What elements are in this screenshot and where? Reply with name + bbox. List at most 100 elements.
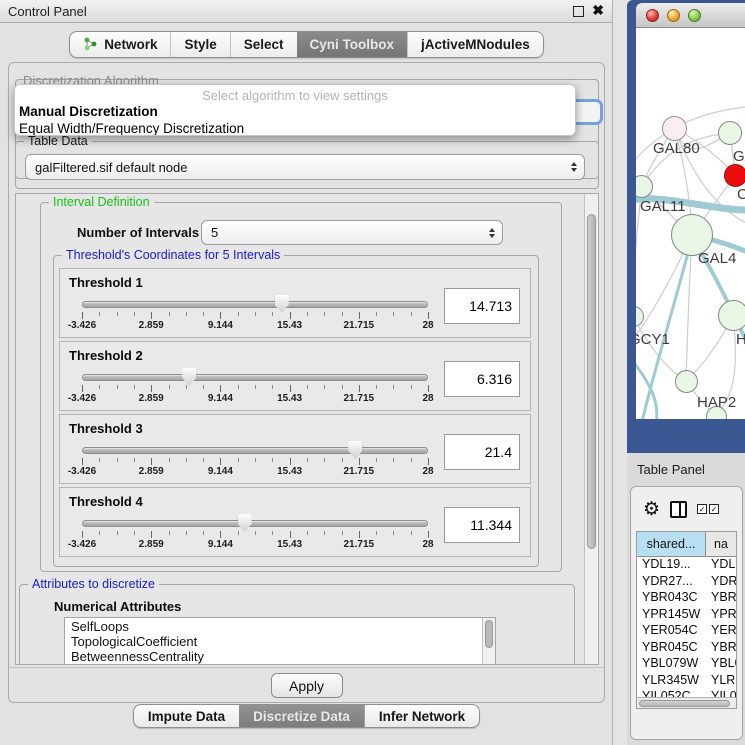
top-tabbar: Network Style Select Cyni Toolbox jActiv… [0, 31, 613, 58]
tab-label: Impute Data [148, 709, 225, 724]
network-node-gal80[interactable] [662, 116, 687, 141]
threshold-4-slider[interactable]: -3.4262.8599.14415.4321.71528 [82, 516, 428, 550]
column-visibility-icons: ✓ ✓ [697, 504, 719, 514]
threshold-1-slider[interactable]: -3.4262.8599.14415.4321.71528 [82, 297, 428, 331]
table-panel-toolbar: ⚙ ✓ ✓ [635, 492, 738, 526]
tab-infer-network[interactable]: Infer Network [364, 705, 479, 727]
table-body: YDL19...YDL1 YDR27...YDR2 YBR043CYBR0 YP… [637, 557, 736, 698]
table-row[interactable]: YDR27...YDR2 [637, 574, 736, 591]
table-horizontal-scrollbar[interactable] [637, 697, 736, 708]
bottom-tabbar: Impute Data Discretize Data Infer Networ… [0, 704, 613, 728]
zoom-traffic-light[interactable] [688, 9, 701, 22]
attributes-group: Attributes to discretize Numerical Attri… [19, 584, 575, 665]
table-data-group: Table Data galFiltered.sif default node [15, 141, 599, 189]
scrollbar-thumb[interactable] [587, 214, 596, 549]
algorithm-dropdown-popup: Select algorithm to view settings Manual… [14, 84, 576, 136]
attributes-group-title: Attributes to discretize [28, 577, 159, 591]
threshold-4-panel: Threshold 4 -3.4262.8599.14415.4321.7152… [59, 487, 531, 557]
network-window-titlebar [636, 3, 745, 28]
slider-ticks [82, 530, 428, 538]
table-data-combobox-value: galFiltered.sif default node [35, 160, 187, 175]
tab-impute-data[interactable]: Impute Data [134, 705, 239, 727]
threshold-3-label: Threshold 3 [69, 421, 143, 436]
node-label-gcy1: GCY1 [636, 331, 670, 348]
threshold-2-label: Threshold 2 [69, 348, 143, 363]
interval-definition-group: Interval Definition Number of Intervals … [40, 202, 562, 572]
table-row[interactable]: YBL079WYBL0 [637, 656, 736, 673]
control-panel-window: Control Panel ✖ Network [0, 0, 613, 745]
node-label-truncated: C [737, 186, 745, 203]
table-row[interactable]: YLR345WYLR3 [637, 673, 736, 690]
list-item-selfloops[interactable]: SelfLoops [65, 618, 495, 633]
network-node[interactable] [718, 121, 742, 145]
node-label-truncated: H [736, 331, 745, 348]
network-node-h[interactable] [718, 300, 745, 331]
list-vertical-scrollbar[interactable] [482, 618, 495, 664]
numerical-attributes-label: Numerical Attributes [54, 599, 181, 614]
table-row[interactable]: YDL19...YDL1 [637, 557, 736, 574]
threshold-4-label: Threshold 4 [69, 494, 143, 509]
tab-discretize-data[interactable]: Discretize Data [239, 705, 364, 727]
slider-tick-labels: -3.4262.8599.14415.4321.71528 [82, 539, 428, 550]
threshold-3-value-field[interactable]: 21.4 [444, 434, 520, 470]
minimize-traffic-light[interactable] [667, 9, 680, 22]
tab-cyni-toolbox[interactable]: Cyni Toolbox [297, 32, 408, 57]
control-panel-titlebar: Control Panel ✖ [0, 0, 612, 23]
checkbox-icon[interactable]: ✓ [697, 504, 707, 514]
apply-button[interactable]: Apply [271, 673, 343, 698]
tab-label: Select [244, 37, 284, 52]
threshold-1-panel: Threshold 1 -3.4262.8599.14415.4321.7152… [59, 268, 531, 338]
gear-icon[interactable]: ⚙ [643, 500, 660, 519]
tab-label: Network [104, 37, 157, 52]
list-item-betweennesscentrality[interactable]: BetweennessCentrality [65, 648, 495, 663]
column-header-name[interactable]: na [706, 532, 736, 556]
settings-scrollpane: Interval Definition Number of Intervals … [15, 193, 599, 665]
slider-ticks [82, 311, 428, 319]
list-item-topologicalcoefficient[interactable]: TopologicalCoefficient [65, 633, 495, 648]
screen: Control Panel ✖ Network [0, 0, 745, 745]
threshold-2-slider[interactable]: -3.4262.8599.14415.4321.71528 [82, 370, 428, 404]
checkbox-icon[interactable]: ✓ [709, 504, 719, 514]
number-of-intervals-combobox[interactable]: 5 [201, 220, 503, 245]
scrollbar-thumb[interactable] [485, 620, 493, 648]
column-header-shared-name[interactable]: shared... [637, 532, 706, 556]
threshold-2-value-field[interactable]: 6.316 [444, 361, 520, 397]
thresholds-group-title: Threshold's Coordinates for 5 Intervals [62, 248, 284, 262]
slider-tick-labels: -3.4262.8599.14415.4321.71528 [82, 393, 428, 404]
threshold-4-value-field[interactable]: 11.344 [444, 507, 520, 543]
split-columns-icon[interactable] [670, 501, 687, 518]
slider-track[interactable] [82, 374, 428, 381]
network-node-selected-red[interactable] [724, 164, 745, 187]
close-traffic-light[interactable] [646, 9, 659, 22]
tab-label: Cyni Toolbox [310, 37, 395, 52]
number-of-intervals-value: 5 [211, 225, 218, 240]
table-row[interactable]: YER054CYER0 [637, 623, 736, 640]
spinner-arrows-icon [489, 228, 495, 238]
slider-track[interactable] [82, 447, 428, 454]
tab-label: Discretize Data [253, 709, 350, 724]
tab-jactivemnodules[interactable]: jActiveMNodules [407, 32, 543, 57]
tab-network[interactable]: Network [70, 32, 170, 57]
tab-select[interactable]: Select [230, 32, 297, 57]
slider-track[interactable] [82, 520, 428, 527]
cyni-toolbox-panel: Discretization Algorithm Select algorith… [8, 62, 605, 703]
close-icon[interactable]: ✖ [592, 2, 604, 19]
slider-track[interactable] [82, 301, 428, 308]
dropdown-option-manual-discretization[interactable]: Manual Discretization [15, 103, 575, 120]
table-panel-title: Table Panel [637, 462, 705, 477]
table-row[interactable]: YBR043CYBR0 [637, 590, 736, 607]
network-canvas[interactable]: GAL80 GA GAL11 C GAL4 GCY1 H HAP2 [636, 28, 745, 419]
table-data-combobox[interactable]: galFiltered.sif default node [25, 154, 585, 180]
threshold-1-value-field[interactable]: 14.713 [444, 288, 520, 324]
settings-vertical-scrollbar[interactable] [584, 194, 598, 664]
network-node-hap2[interactable] [675, 370, 698, 393]
dropdown-option-equal-width-frequency[interactable]: Equal Width/Frequency Discretization [15, 120, 575, 136]
table-header-row: shared... na [637, 532, 736, 557]
threshold-3-slider[interactable]: -3.4262.8599.14415.4321.71528 [82, 443, 428, 477]
scrollbar-thumb[interactable] [639, 700, 730, 707]
table-row[interactable]: YPR145WYPR1 [637, 607, 736, 624]
tab-style[interactable]: Style [170, 32, 229, 57]
table-row[interactable]: YBR045CYBR0 [637, 640, 736, 657]
float-window-icon[interactable] [573, 6, 584, 17]
network-view-window: GAL80 GA GAL11 C GAL4 GCY1 H HAP2 [627, 0, 745, 453]
